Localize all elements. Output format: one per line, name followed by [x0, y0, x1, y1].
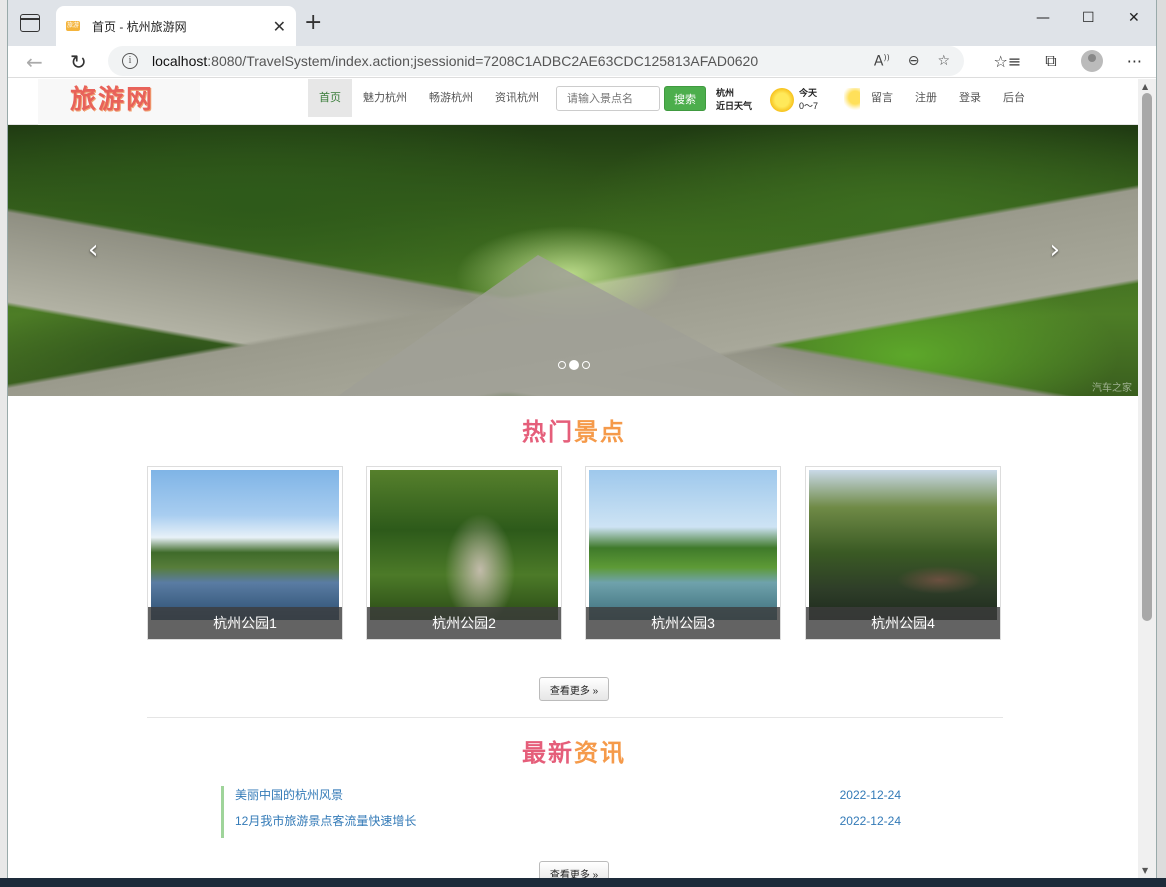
- nav-login[interactable]: 登录: [948, 79, 992, 117]
- refresh-icon[interactable]: ↻: [70, 50, 87, 74]
- collections-icon[interactable]: ⧉: [1045, 51, 1056, 71]
- spot-name: 杭州公园2: [367, 607, 561, 639]
- news-more-button[interactable]: 查看更多 »: [539, 861, 609, 878]
- search-button[interactable]: 搜索: [664, 86, 706, 111]
- taskbar: [0, 878, 1166, 887]
- weather-temp-range: 0～7: [799, 101, 819, 111]
- carousel-dot[interactable]: [558, 361, 566, 369]
- read-aloud-icon[interactable]: A)): [874, 53, 890, 70]
- sun-icon: [770, 88, 794, 112]
- hot-spots-more-button[interactable]: 查看更多 »: [539, 677, 609, 701]
- carousel-image: [338, 255, 798, 396]
- section-divider: [147, 717, 1003, 718]
- favorites-icon[interactable]: ☆≡: [994, 52, 1022, 71]
- hot-title-main: 热门: [522, 418, 574, 446]
- news-item: 美丽中国的杭州风景 2022-12-24: [221, 786, 901, 812]
- scroll-up-icon[interactable]: ▲: [1142, 82, 1148, 91]
- carousel-next-icon[interactable]: ›: [1050, 235, 1060, 265]
- maximize-icon[interactable]: ☐: [1082, 10, 1095, 26]
- carousel-dot[interactable]: [582, 361, 590, 369]
- zoom-out-icon[interactable]: ⊖: [908, 53, 920, 70]
- user-nav: 留言 注册 登录 后台: [860, 79, 1036, 117]
- spot-card[interactable]: 杭州公园2: [366, 466, 562, 640]
- browser-tab[interactable]: 旅游 首页 - 杭州旅游网 ✕: [56, 6, 296, 46]
- favicon-icon: 旅游: [66, 21, 80, 31]
- news-title-accent: 资讯: [574, 739, 626, 767]
- spot-image: [151, 470, 339, 620]
- url-host: localhost: [152, 53, 208, 69]
- image-watermark: 汽车之家: [1092, 383, 1132, 394]
- weather-city: 杭州 近日天气: [716, 87, 752, 113]
- tab-title: 首页 - 杭州旅游网: [92, 19, 187, 34]
- nav-message[interactable]: 留言: [860, 79, 904, 117]
- spot-name: 杭州公园3: [586, 607, 780, 639]
- back-icon[interactable]: ←: [26, 50, 43, 74]
- hot-spots-cards: 杭州公园1 杭州公园2 杭州公园3 杭州公园4: [147, 466, 1003, 640]
- profile-avatar[interactable]: [1080, 50, 1103, 72]
- search-input[interactable]: [556, 86, 660, 111]
- news-link[interactable]: 美丽中国的杭州风景: [235, 788, 343, 802]
- main-nav: 首页 魅力杭州 畅游杭州 资讯杭州: [308, 79, 550, 117]
- sidebar-toggle-icon[interactable]: [20, 14, 40, 32]
- tab-bar: 旅游 首页 - 杭州旅游网 ✕ + — ☐ ✕: [8, 0, 1156, 46]
- carousel-dot-active[interactable]: [569, 360, 579, 370]
- weather-city-name: 杭州: [716, 88, 735, 98]
- new-tab-icon[interactable]: +: [304, 12, 322, 34]
- carousel-indicators: [558, 360, 590, 370]
- desktop-edge-right: [1157, 0, 1166, 887]
- nav-tour[interactable]: 畅游杭州: [418, 79, 484, 117]
- nav-admin[interactable]: 后台: [992, 79, 1036, 117]
- nav-register[interactable]: 注册: [904, 79, 948, 117]
- url-field[interactable]: i localhost:8080/TravelSystem/index.acti…: [108, 46, 964, 76]
- add-favorite-icon[interactable]: ☆: [937, 53, 950, 70]
- desktop-edge-left: [0, 0, 7, 887]
- spot-card[interactable]: 杭州公园3: [585, 466, 781, 640]
- banner-carousel: ‹ › 汽车之家: [8, 125, 1140, 396]
- news-title-main: 最新: [522, 739, 574, 767]
- news-item: 12月我市旅游景点客流量快速增长 2022-12-24: [221, 812, 901, 838]
- scroll-thumb[interactable]: [1142, 93, 1152, 621]
- site-header: 旅游网 首页 魅力杭州 畅游杭州 资讯杭州 搜索 杭州 近日天气 今天 0～7 …: [8, 79, 1140, 125]
- hot-title-accent: 景点: [574, 418, 626, 446]
- news-title: 最新资讯: [8, 733, 1140, 767]
- site-info-icon[interactable]: i: [122, 53, 138, 69]
- partly-sunny-icon: [844, 88, 860, 112]
- spot-image: [589, 470, 777, 620]
- scroll-down-icon[interactable]: ▼: [1142, 866, 1148, 875]
- spot-card[interactable]: 杭州公园4: [805, 466, 1001, 640]
- site-logo[interactable]: 旅游网: [38, 79, 200, 125]
- url-text[interactable]: localhost:8080/TravelSystem/index.action…: [152, 53, 874, 69]
- weather-today: 今天 0～7: [799, 87, 818, 113]
- spot-name: 杭州公园1: [148, 607, 342, 639]
- nav-news[interactable]: 资讯杭州: [484, 79, 550, 117]
- nav-home[interactable]: 首页: [308, 79, 352, 117]
- url-path: :8080/TravelSystem/index.action;jsession…: [207, 53, 759, 69]
- news-list: 美丽中国的杭州风景 2022-12-24 12月我市旅游景点客流量快速增长 20…: [221, 786, 901, 838]
- weather-today-label: 今天: [799, 88, 818, 98]
- tab-close-icon[interactable]: ✕: [273, 17, 286, 36]
- minimize-icon[interactable]: —: [1036, 10, 1050, 26]
- news-date: 2022-12-24: [839, 814, 901, 828]
- news-link[interactable]: 12月我市旅游景点客流量快速增长: [235, 814, 416, 828]
- spot-name: 杭州公园4: [806, 607, 1000, 639]
- weather-subtitle: 近日天气: [716, 101, 753, 111]
- spot-image: [809, 470, 997, 620]
- spot-image: [370, 470, 558, 620]
- carousel-prev-icon[interactable]: ‹: [88, 235, 98, 265]
- address-bar: ← ↻ i localhost:8080/TravelSystem/index.…: [8, 46, 1156, 78]
- browser-window: 旅游 首页 - 杭州旅游网 ✕ + — ☐ ✕ ← ↻ i localhost:…: [7, 0, 1157, 878]
- news-date: 2022-12-24: [839, 788, 901, 802]
- spot-card[interactable]: 杭州公园1: [147, 466, 343, 640]
- close-window-icon[interactable]: ✕: [1128, 10, 1140, 26]
- more-menu-icon[interactable]: ···: [1127, 52, 1142, 71]
- page-scrollbar[interactable]: ▲ ▼: [1138, 79, 1156, 878]
- hot-spots-title: 热门景点: [8, 412, 1140, 446]
- nav-charm[interactable]: 魅力杭州: [352, 79, 418, 117]
